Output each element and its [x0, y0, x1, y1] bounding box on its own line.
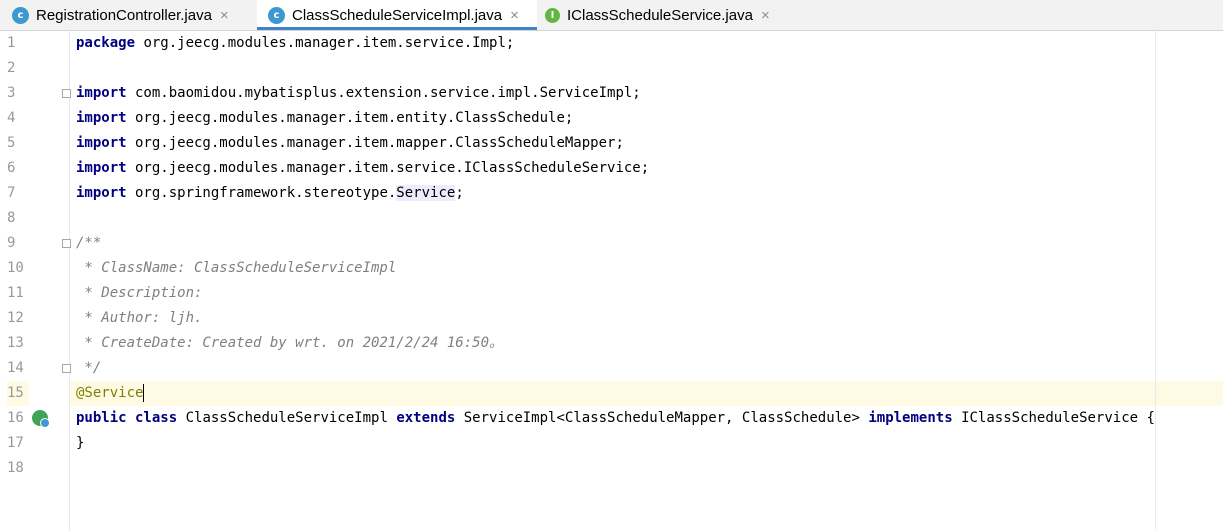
code-line-4: import org.jeecg.modules.manager.item.en… [76, 106, 573, 131]
code-line-10: * ClassName: ClassScheduleServiceImpl [76, 260, 397, 276]
keyword: import [76, 85, 127, 101]
code-line-7: import org.springframework.stereotype.Se… [76, 181, 464, 206]
implements-interface-icon[interactable] [32, 410, 50, 428]
line-number: 9 [7, 235, 16, 251]
code-text: com.baomidou.mybatisplus.extension.servi… [126, 85, 641, 101]
line-number: 7 [7, 185, 16, 201]
code-text: org.springframework.stereotype. [126, 185, 397, 201]
keyword: public class [76, 410, 178, 426]
line-number: 6 [7, 160, 16, 176]
code-line-5: import org.jeecg.modules.manager.item.ma… [76, 131, 624, 156]
keyword: import [76, 135, 127, 151]
code-line-11: * Description: [76, 285, 203, 301]
code-line-6: import org.jeecg.modules.manager.item.se… [76, 156, 649, 181]
code-text: org.jeecg.modules.manager.item.service.I… [126, 160, 650, 176]
tab-label: IClassScheduleService.java [567, 6, 753, 24]
line-number: 13 [7, 335, 24, 351]
usage-highlight: Service [396, 185, 456, 201]
code-text: org.jeecg.modules.manager.item.entity.Cl… [126, 110, 574, 126]
line-number: 8 [7, 210, 16, 226]
code-line-15: @Service [76, 381, 145, 406]
keyword: implements [868, 410, 953, 426]
code-text: IClassScheduleService { [952, 410, 1155, 426]
code-line-9: /** [76, 235, 102, 251]
line-number: 15 [7, 381, 29, 406]
editor-tab-bar: c RegistrationController.java × c ClassS… [0, 0, 1223, 31]
line-number: 16 [7, 410, 24, 426]
line-number: 5 [7, 135, 16, 151]
close-icon[interactable]: × [510, 7, 519, 24]
line-number-gutter[interactable]: 1 2 3 4 5 6 7 8 9 10 11 12 13 14 15 16 1… [0, 31, 71, 531]
line-number: 1 [7, 35, 16, 51]
code-text: ; [455, 185, 464, 201]
tab-label: ClassScheduleServiceImpl.java [292, 6, 503, 24]
line-number: 3 [7, 85, 16, 101]
line-number: 4 [7, 110, 16, 126]
code-line-16: public class ClassScheduleServiceImpl ex… [76, 406, 1155, 431]
code-text: ServiceImpl<ClassScheduleMapper, ClassSc… [455, 410, 869, 426]
code-text: org.jeecg.modules.manager.item.service.I… [135, 35, 515, 51]
keyword: import [76, 110, 127, 126]
code-line-17: } [76, 435, 85, 451]
line-number: 18 [7, 460, 24, 476]
text-caret [143, 384, 145, 402]
interface-file-icon: I [545, 7, 560, 23]
tab-iclass-schedule-service[interactable]: I IClassScheduleService.java × [537, 0, 797, 30]
line-number: 2 [7, 60, 16, 76]
line-number: 17 [7, 435, 24, 451]
code-text: ClassScheduleServiceImpl [177, 410, 397, 426]
keyword: import [76, 160, 127, 176]
code-line-13: * CreateDate: Created by wrt. on 2021/2/… [76, 335, 504, 351]
tab-registration-controller[interactable]: c RegistrationController.java × [0, 0, 257, 30]
keyword: package [76, 35, 136, 51]
tab-class-schedule-service-impl[interactable]: c ClassScheduleServiceImpl.java × [257, 0, 537, 30]
line-number: 11 [7, 285, 24, 301]
line-number: 14 [7, 360, 24, 376]
code-text: org.jeecg.modules.manager.item.mapper.Cl… [126, 135, 624, 151]
line-number: 10 [7, 260, 24, 276]
close-icon[interactable]: × [761, 7, 770, 24]
code-line-12: * Author: ljh. [76, 310, 203, 326]
tab-label: RegistrationController.java [36, 6, 212, 24]
code-line-14: */ [76, 360, 102, 376]
code-line-1: package org.jeecg.modules.manager.item.s… [76, 31, 514, 56]
line-number: 12 [7, 310, 24, 326]
close-icon[interactable]: × [220, 7, 229, 24]
keyword: extends [396, 410, 456, 426]
keyword: import [76, 185, 127, 201]
code-line-3: import com.baomidou.mybatisplus.extensio… [76, 81, 641, 106]
annotation: @Service [76, 385, 144, 401]
code-editor[interactable]: package org.jeecg.modules.manager.item.s… [70, 31, 1223, 531]
class-file-icon: c [268, 6, 285, 24]
class-file-icon: c [12, 6, 29, 24]
